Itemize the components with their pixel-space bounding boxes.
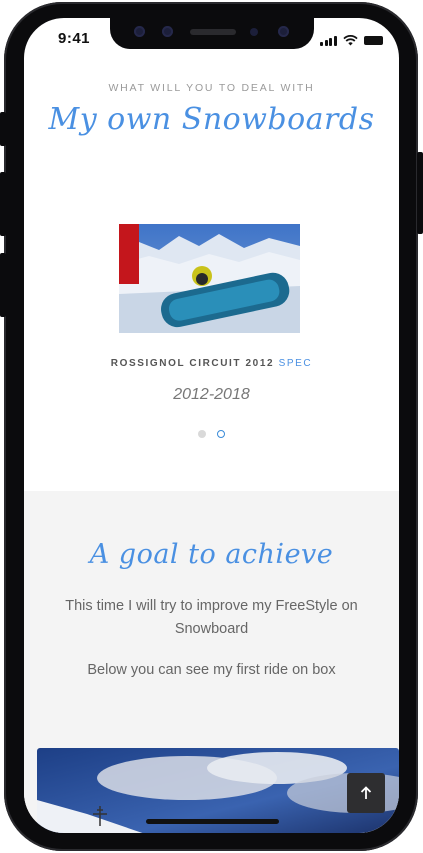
snowboard-years: 2012-2018 — [173, 386, 250, 403]
section-title-goal: A goal to achieve — [89, 539, 334, 570]
snowboard-image — [119, 224, 300, 333]
pager-dot-1[interactable] — [198, 430, 206, 438]
snowboard-name-text: ROSSIGNOL CIRCUIT 2012 — [110, 358, 275, 369]
notch — [110, 18, 314, 49]
goal-paragraph-1: This time I will try to improve my FreeS… — [65, 598, 358, 637]
carousel-pager — [24, 430, 399, 438]
battery-icon — [363, 36, 383, 45]
back-to-top-button[interactable] — [347, 773, 385, 813]
sensor-icon — [134, 26, 145, 37]
front-camera-icon — [278, 26, 289, 37]
speaker-grille — [190, 29, 236, 35]
phone-screen: 9:41 WHAT WILL YOU TO DEAL WITH My own S… — [24, 18, 399, 833]
snowboard-photo[interactable] — [119, 224, 300, 333]
status-icons — [320, 32, 383, 46]
volume-down-button — [0, 253, 6, 317]
signal-icon — [320, 35, 337, 46]
spec-link[interactable]: SPEC — [279, 358, 313, 369]
goal-paragraph-2: Below you can see my first ride on box — [87, 662, 336, 678]
proximity-sensor — [250, 28, 258, 36]
section-kicker: WHAT WILL YOU TO DEAL WITH — [108, 82, 315, 94]
section-title-snowboards: My own Snowboards — [48, 102, 375, 137]
camera-icon — [162, 26, 173, 37]
pager-dot-2[interactable] — [217, 430, 225, 438]
wifi-icon — [342, 35, 358, 46]
power-button — [417, 152, 423, 234]
volume-up-button — [0, 172, 6, 236]
mute-switch — [0, 112, 6, 146]
status-time: 9:41 — [58, 30, 91, 47]
snowboard-name: ROSSIGNOL CIRCUIT 2012 SPEC — [24, 358, 399, 369]
arrow-up-icon — [360, 786, 372, 799]
home-indicator[interactable] — [146, 819, 279, 824]
